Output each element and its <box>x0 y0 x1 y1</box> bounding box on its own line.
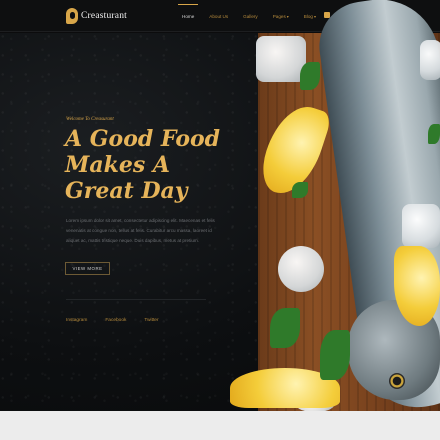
ice-cube-image <box>256 36 306 82</box>
social-links: Instagram Facebook Twitter <box>66 318 159 323</box>
lemon-wedge-image <box>394 246 440 326</box>
main-nav: Home About Us Gallery Pages▾ Blog▾ <box>177 0 331 32</box>
fish-eye-image <box>389 373 405 389</box>
nav-item-home[interactable]: Home <box>177 3 199 19</box>
herb-leaf-image <box>320 330 350 380</box>
chevron-down-icon: ▾ <box>313 13 316 19</box>
logo-mark-icon <box>66 8 78 24</box>
headline-line: A Good Food <box>65 126 221 152</box>
chevron-down-icon: ▾ <box>286 13 289 19</box>
brand-logo[interactable]: Creasturant <box>66 8 127 24</box>
herb-leaf-image <box>292 182 308 198</box>
nav-item-pages[interactable]: Pages▾ <box>273 14 289 19</box>
headline-line: Makes A <box>65 152 170 178</box>
herb-leaf-image <box>300 62 320 90</box>
social-link-facebook[interactable]: Facebook <box>105 318 126 323</box>
page-bottom-strip <box>0 411 440 440</box>
hero-headline: A Good Food Makes A Great Day <box>65 126 255 204</box>
hero-description: Lorem ipsum dolor sit amet, consectetur … <box>66 218 215 243</box>
nav-item-about[interactable]: About Us <box>209 14 228 19</box>
ice-cube-image <box>278 246 324 292</box>
nav-item-gallery[interactable]: Gallery <box>243 14 258 19</box>
social-link-instagram[interactable]: Instagram <box>66 318 87 323</box>
view-more-button[interactable]: VIEW MORE <box>65 262 110 275</box>
ice-cube-image <box>402 204 440 248</box>
divider <box>66 299 206 300</box>
headline-line: Great Day <box>65 178 188 204</box>
herb-leaf-image <box>270 308 300 348</box>
nav-item-blog[interactable]: Blog▾ <box>304 14 316 19</box>
herb-leaf-image <box>428 124 440 144</box>
social-link-twitter[interactable]: Twitter <box>144 318 158 323</box>
brand-name: Creasturant <box>81 11 127 21</box>
hero-kicker: Welcome To Creasurant <box>66 117 114 122</box>
ice-cube-image <box>420 40 440 80</box>
